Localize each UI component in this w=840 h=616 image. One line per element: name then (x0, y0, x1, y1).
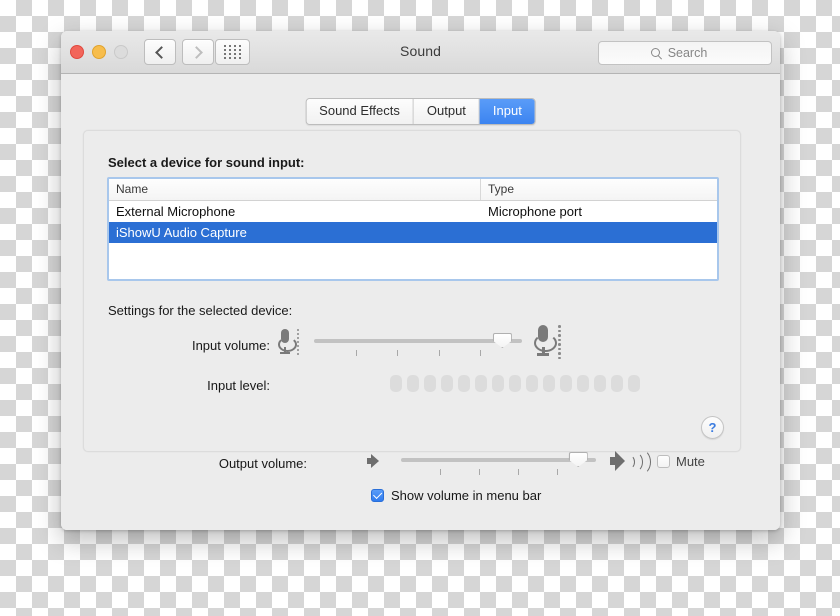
input-volume-knob[interactable] (492, 333, 512, 348)
mute-checkbox[interactable] (657, 455, 670, 468)
search-placeholder: Search (667, 46, 708, 60)
search-icon (650, 47, 662, 60)
mute-checkbox-group[interactable]: Mute (657, 454, 705, 469)
microphone-large-icon (532, 325, 557, 357)
input-level-label: Input level: (207, 378, 270, 393)
show-volume-checkbox[interactable] (371, 489, 384, 502)
show-volume-label: Show volume in menu bar (391, 488, 542, 503)
input-volume-label: Input volume: (191, 338, 270, 353)
column-header-type[interactable]: Type (481, 179, 717, 200)
device-name: External Microphone (116, 204, 236, 219)
output-volume-knob[interactable] (568, 452, 588, 467)
input-settings-panel: Select a device for sound input: Name Ty… (83, 130, 741, 452)
table-header-row: Name Type (109, 179, 717, 201)
speaker-mute-icon (367, 453, 385, 469)
tab-bar: Sound Effects Output Input (305, 98, 536, 125)
sound-preferences-window: Sound Search Sound Effects Output Input … (61, 31, 780, 530)
speaker-loud-icon (610, 449, 651, 475)
volume-level-dots-left (297, 329, 299, 355)
tab-output[interactable]: Output (413, 99, 480, 124)
tab-input[interactable]: Input (479, 99, 535, 124)
slider-ticks (401, 469, 596, 475)
window-content: Sound Effects Output Input Select a devi… (61, 74, 780, 530)
mute-label: Mute (676, 454, 705, 469)
table-row[interactable]: iShowU Audio Capture (109, 222, 717, 243)
slider-track (401, 458, 596, 462)
microphone-small-icon (276, 329, 297, 355)
select-device-label: Select a device for sound input: (108, 155, 305, 170)
checkmark-icon (372, 489, 382, 500)
input-level-meter (390, 375, 640, 392)
device-name: iShowU Audio Capture (116, 225, 247, 240)
help-button[interactable]: ? (701, 416, 724, 439)
volume-level-dots-right (558, 325, 561, 359)
slider-track (314, 339, 522, 343)
slider-ticks (314, 350, 522, 356)
settings-for-device-label: Settings for the selected device: (108, 303, 293, 318)
output-volume-label: Output volume: (218, 456, 307, 471)
device-list-table[interactable]: Name Type External Microphone Microphone… (107, 177, 719, 281)
window-titlebar: Sound Search (61, 31, 780, 74)
show-volume-checkbox-group[interactable]: Show volume in menu bar (371, 488, 541, 503)
column-header-name[interactable]: Name (109, 179, 481, 200)
table-row[interactable]: External Microphone Microphone port (109, 201, 717, 222)
device-type: Microphone port (488, 204, 582, 219)
tab-sound-effects[interactable]: Sound Effects (306, 99, 414, 124)
search-field[interactable]: Search (598, 41, 772, 65)
